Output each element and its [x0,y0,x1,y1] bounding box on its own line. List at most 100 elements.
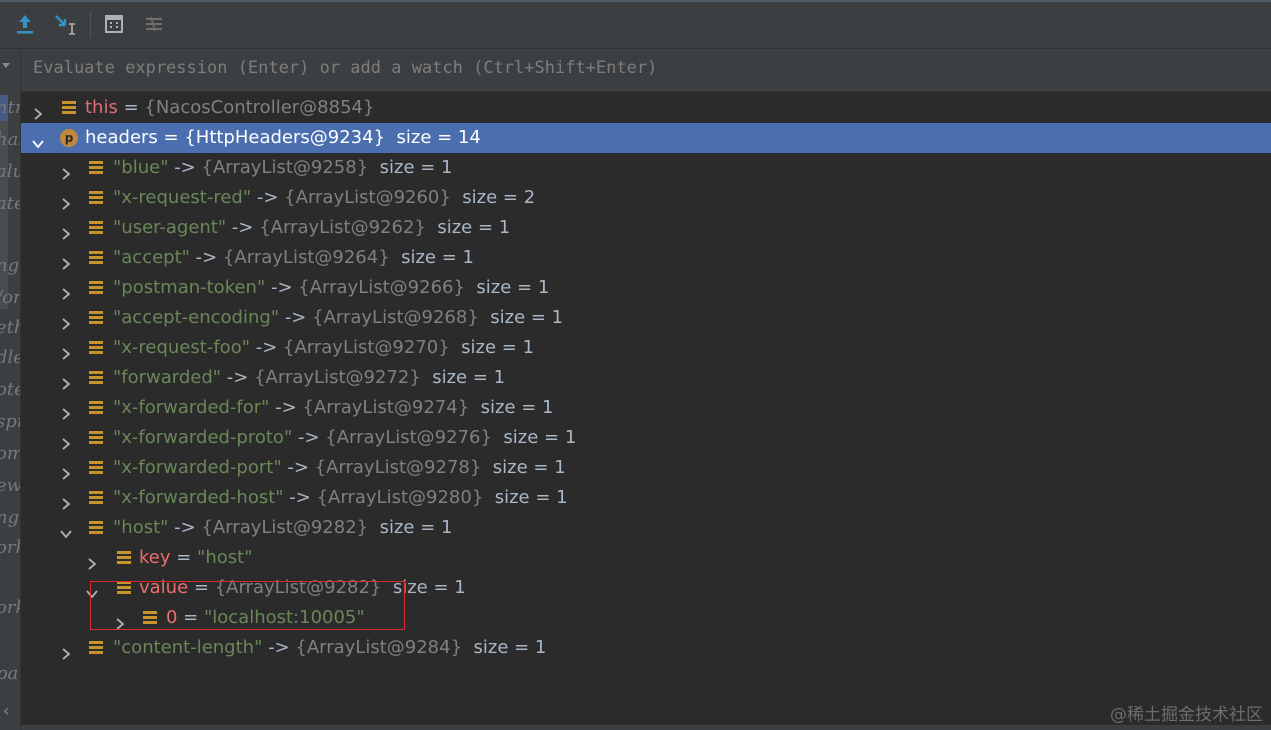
size-label: size = 1 [503,427,577,448]
map-key: "x-forwarded-host" [113,487,284,508]
chevron-right-icon[interactable] [85,551,99,570]
gutter-fragment: eth [0,317,20,338]
variable-value: {ArrayList@9260} [284,187,451,208]
size-label: size = 1 [476,277,550,298]
variable-value: {ArrayList@9274} [302,397,470,418]
map-key: "user-agent" [113,217,227,238]
tree-node-headers[interactable]: p headers = {HttpHeaders@9234} size = 14 [21,123,1271,153]
field-icon [89,491,103,505]
tree-node-map-entry[interactable]: "x-forwarded-host" -> {ArrayList@9280} s… [21,483,1271,513]
gutter-fragment: om [0,443,20,464]
map-arrow: -> [168,157,202,178]
chevron-right-icon[interactable] [59,401,73,420]
map-key: "accept-encoding" [113,307,280,328]
variable-value: {ArrayList@9278} [314,457,482,478]
gutter-fragment: ng [0,507,20,528]
size-label: size = 1 [494,487,568,508]
tree-node-map-entry[interactable]: "x-forwarded-proto" -> {ArrayList@9276} … [21,423,1271,453]
field-icon [89,461,103,475]
tree-node-map-entry[interactable]: "x-forwarded-port" -> {ArrayList@9278} s… [21,453,1271,483]
chevron-right-icon[interactable] [59,491,73,510]
gutter-fragment: alu [0,161,20,182]
chevron-right-icon[interactable] [59,311,73,330]
chevron-down-icon[interactable] [59,521,73,539]
map-arrow: -> [292,427,326,448]
chevron-down-icon[interactable] [31,131,45,149]
tree-node-map-entry[interactable]: "forwarded" -> {ArrayList@9272} size = 1 [21,363,1271,393]
size-label: size = 1 [432,367,506,388]
chevron-right-icon[interactable] [59,461,73,480]
tree-node-map-entry[interactable]: "postman-token" -> {ArrayList@9266} size… [21,273,1271,303]
size-label: size = 1 [492,457,566,478]
toolbar-separator [90,12,91,38]
map-arrow: -> [226,217,260,238]
annotation-highlight-box [90,581,405,630]
size-label: size = 1 [379,157,453,178]
tree-node-map-entry[interactable]: "user-agent" -> {ArrayList@9262} size = … [21,213,1271,243]
gutter-fragment: ate [0,193,20,214]
chevron-left-icon[interactable]: ‹ [3,701,13,720]
tree-node-map-entry[interactable]: "x-request-red" -> {ArrayList@9260} size… [21,183,1271,213]
trace-current-stream-icon[interactable] [142,12,166,36]
gutter-fragment: ork [0,597,20,618]
variable-value: {ArrayList@9272} [254,367,421,388]
tree-node-map-entry[interactable]: "x-request-foo" -> {ArrayList@9270} size… [21,333,1271,363]
chevron-right-icon[interactable] [59,191,73,210]
equals-sign: = [157,127,185,148]
chevron-right-icon[interactable] [59,281,73,300]
chevron-right-icon[interactable] [59,641,73,660]
map-key: "forwarded" [113,367,222,388]
tree-node-map-entry[interactable]: "blue" -> {ArrayList@9258} size = 1 [21,153,1271,183]
size-label: size = 1 [490,307,564,328]
variable-value: {ArrayList@9276} [325,427,492,448]
map-arrow: -> [251,187,285,208]
variable-name: this [85,97,118,118]
tree-node-content-length[interactable]: "content-length" -> {ArrayList@9284} siz… [21,633,1271,663]
size-label: size = 1 [473,637,547,658]
chevron-right-icon[interactable] [59,251,73,270]
left-editor-gutter: ntrc hai alu ate ng /or eth dle ote spr … [0,49,21,730]
field-icon [89,641,103,655]
map-arrow: -> [279,307,313,328]
chevron-right-icon[interactable] [59,221,73,240]
tree-node-host[interactable]: "host" -> {ArrayList@9282} size = 1 [21,513,1271,543]
gutter-fragment: ng [0,255,20,276]
chevron-right-icon[interactable] [59,371,73,390]
variable-value: {ArrayList@9268} [312,307,479,328]
tree-node-map-entry[interactable]: "accept" -> {ArrayList@9264} size = 1 [21,243,1271,273]
variables-tree: this = {NacosController@8854} p headers … [21,93,1271,663]
map-arrow: -> [221,367,255,388]
field-icon [62,101,76,115]
gutter-fragment: ork [0,537,20,558]
map-arrow: -> [269,397,303,418]
map-arrow: -> [189,247,223,268]
tree-node-map-entry[interactable]: "accept-encoding" -> {ArrayList@9268} si… [21,303,1271,333]
size-label: size = 1 [480,397,554,418]
property-badge-icon: p [60,129,78,147]
map-arrow: -> [283,487,317,508]
step-out-icon[interactable] [13,12,37,36]
evaluate-expression-input[interactable]: Evaluate expression (Enter) or add a wat… [21,49,1271,92]
tree-node-map-entry[interactable]: "x-forwarded-for" -> {ArrayList@9274} si… [21,393,1271,423]
tree-node-this[interactable]: this = {NacosController@8854} [21,93,1271,123]
variable-name: key [139,547,171,568]
chevron-right-icon[interactable] [31,101,45,120]
debugger-toolbar [0,2,1271,49]
gutter-fragment: ntrc [0,97,20,118]
field-icon [89,401,103,415]
variable-value: {HttpHeaders@9234} [184,127,386,148]
size-label: size = 1 [437,217,511,238]
variable-value: {ArrayList@9266} [298,277,465,298]
map-key: "x-forwarded-for" [113,397,270,418]
map-key: "content-length" [113,637,263,658]
field-icon [117,551,131,565]
tree-node-host-key[interactable]: key = "host" [21,543,1271,573]
map-arrow: -> [265,277,299,298]
evaluate-expression-icon[interactable] [102,12,126,36]
chevron-right-icon[interactable] [59,431,73,450]
chevron-right-icon[interactable] [59,161,73,180]
run-to-cursor-icon[interactable] [53,12,77,36]
map-arrow: -> [168,517,202,538]
chevron-right-icon[interactable] [59,341,73,360]
chevron-down-icon[interactable] [2,63,10,68]
